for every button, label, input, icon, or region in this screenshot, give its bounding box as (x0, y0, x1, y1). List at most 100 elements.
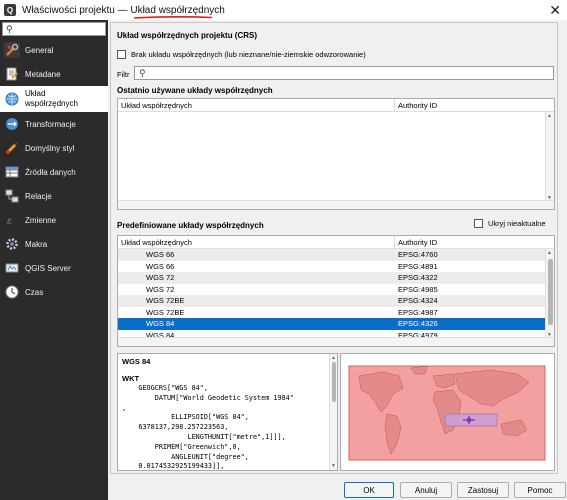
sidebar-search-input[interactable]: ⚲ (2, 22, 106, 36)
scroll-up-icon[interactable]: ▲ (331, 355, 336, 361)
filter-input[interactable]: ⚲ (134, 66, 554, 80)
crs-name-cell: WGS 72 (146, 284, 175, 294)
wkt-label: WKT (122, 374, 140, 383)
sidebar-item-general[interactable]: General (0, 38, 108, 62)
scroll-thumb[interactable] (332, 362, 336, 402)
style-brush-icon (4, 140, 20, 156)
sidebar-item-label: Makra (25, 239, 48, 249)
sidebar-item-label: Domyślny styl (25, 143, 75, 153)
table-row[interactable]: WGS 72 EPSG:4322 (118, 272, 554, 284)
scroll-thumb[interactable] (548, 259, 553, 325)
sidebar-item-label: General (25, 45, 54, 55)
sidebar: ⚲ General Metadane Układ współrzędnych T… (0, 20, 108, 500)
close-window-button[interactable]: ✕ (549, 2, 561, 19)
sidebar-item-label: Transformacje (25, 119, 76, 129)
authority-id-cell: EPSG:4891 (398, 261, 438, 271)
search-icon: ⚲ (139, 67, 146, 78)
scroll-down-icon[interactable]: ▼ (331, 463, 336, 469)
column-crs[interactable]: Układ współrzędnych (118, 99, 395, 111)
column-authority-id[interactable]: Authority ID (395, 238, 437, 247)
hide-deprecated-row[interactable]: Ukryj nieaktualne (474, 219, 546, 228)
sidebar-item-metadata[interactable]: Metadane (0, 62, 108, 86)
recent-vertical-scrollbar[interactable]: ▲ ▼ (545, 112, 554, 202)
sidebar-item-macros[interactable]: Makra (0, 232, 108, 256)
predefined-vertical-scrollbar[interactable]: ▲ ▼ (545, 249, 554, 339)
recent-crs-table[interactable]: Układ współrzędnych Authority ID ▲ ▼ (117, 98, 555, 210)
crs-extent-map (340, 353, 555, 471)
table-row[interactable]: WGS 72 EPSG:4985 (118, 284, 554, 296)
recent-crs-title: Ostatnio używane układy współrzędnych (117, 86, 273, 95)
sidebar-item-transformations[interactable]: Transformacje (0, 112, 108, 136)
sidebar-item-label: Relacje (25, 191, 52, 201)
wkt-crs-name: WGS 84 (122, 357, 151, 366)
sidebar-item-label: Zmienne (25, 215, 57, 225)
column-authority-id[interactable]: Authority ID (395, 101, 437, 110)
sidebar-item-label: Układ współrzędnych (25, 89, 78, 108)
help-button[interactable]: Pomoc (514, 482, 566, 498)
no-crs-row[interactable]: Brak układu współrzędnych (lub nieznane/… (117, 50, 366, 59)
sidebar-item-label: Metadane (25, 69, 61, 79)
server-icon (4, 260, 20, 276)
column-crs[interactable]: Układ współrzędnych (118, 236, 395, 248)
table-icon (4, 164, 20, 180)
crs-name-cell: WGS 84 (146, 319, 175, 329)
title-bar: Q Właściwości projektu — Układ współrzęd… (0, 0, 567, 20)
filter-label: Filtr (117, 70, 130, 79)
world-map-icon (348, 365, 546, 461)
sidebar-item-variables[interactable]: ε Zmienne (0, 208, 108, 232)
window-title: Właściwości projektu — Układ współrzędny… (22, 4, 225, 16)
globe-icon (4, 91, 20, 107)
sidebar-item-time[interactable]: Czas (0, 280, 108, 304)
authority-id-cell: EPSG:4324 (398, 296, 438, 306)
sidebar-item-data-sources[interactable]: Źródła danych (0, 160, 108, 184)
recent-horizontal-scrollbar[interactable] (118, 200, 554, 209)
sidebar-item-relations[interactable]: Relacje (0, 184, 108, 208)
cancel-button[interactable]: Anuluj (400, 482, 452, 498)
authority-id-cell: EPSG:4760 (398, 250, 438, 260)
sidebar-item-label: QGIS Server (25, 263, 71, 273)
wkt-text: GEOGCRS["WGS 84", DATUM["World Geodetic … (122, 384, 294, 471)
relations-icon (4, 188, 20, 204)
crs-name-cell: WGS 72BE (146, 296, 185, 306)
crs-name-cell: WGS 66 (146, 250, 175, 260)
predefined-rows: WGS 66 EPSG:4760 WGS 66 EPSG:4891 WGS 72 EPSG… (118, 249, 554, 341)
predefined-crs-table[interactable]: Układ współrzędnych Authority ID WGS 66 E… (117, 235, 555, 347)
sidebar-item-label: Czas (25, 287, 44, 297)
no-crs-checkbox[interactable] (117, 50, 126, 59)
table-row[interactable]: WGS 72BE EPSG:4987 (118, 307, 554, 319)
ok-button[interactable]: OK (344, 482, 394, 498)
table-row[interactable]: WGS 66 EPSG:4760 (118, 249, 554, 261)
metadata-icon (4, 66, 20, 82)
wkt-scrollbar[interactable]: ▲ ▼ (329, 354, 337, 470)
sidebar-item-qgis-server[interactable]: QGIS Server (0, 256, 108, 280)
hide-deprecated-label: Ukryj nieaktualne (488, 219, 546, 228)
no-crs-label: Brak układu współrzędnych (lub nieznane/… (131, 50, 366, 59)
apply-button[interactable]: Zastosuj (457, 482, 509, 498)
sidebar-item-default-style[interactable]: Domyślny styl (0, 136, 108, 160)
table-row[interactable]: WGS 84 EPSG:4326 (118, 318, 554, 330)
transform-icon (4, 116, 20, 132)
sidebar-item-label: Źródła danych (25, 167, 76, 177)
authority-id-cell: EPSG:4985 (398, 284, 438, 294)
authority-id-cell: EPSG:4322 (398, 273, 438, 283)
gear-icon (4, 236, 20, 252)
hide-deprecated-checkbox[interactable] (474, 219, 483, 228)
crs-name-cell: WGS 72BE (146, 307, 185, 317)
authority-id-cell: EPSG:4987 (398, 307, 438, 317)
recent-table-header: Układ współrzędnych Authority ID (118, 99, 554, 112)
predefined-table-header: Układ współrzędnych Authority ID (118, 236, 554, 249)
table-row[interactable]: WGS 66 EPSG:4891 (118, 261, 554, 273)
crs-name-cell: WGS 72 (146, 273, 175, 283)
crs-group: Układ współrzędnych projektu (CRS) Brak … (110, 22, 558, 474)
scroll-up-icon[interactable]: ▲ (547, 113, 552, 119)
clock-icon (4, 284, 20, 300)
sidebar-item-crs[interactable]: Układ współrzędnych (0, 86, 108, 112)
table-row[interactable]: WGS 72BE EPSG:4324 (118, 295, 554, 307)
wkt-panel: WGS 84 WKT GEOGCRS["WGS 84", DATUM["Worl… (117, 353, 338, 471)
predefined-horizontal-scrollbar[interactable] (118, 337, 554, 346)
crs-panel: Układ współrzędnych projektu (CRS) Brak … (110, 20, 567, 500)
scroll-up-icon[interactable]: ▲ (547, 250, 552, 256)
title-annotation-underline (133, 16, 213, 19)
wrench-icon (4, 42, 20, 58)
search-icon: ⚲ (6, 23, 13, 34)
